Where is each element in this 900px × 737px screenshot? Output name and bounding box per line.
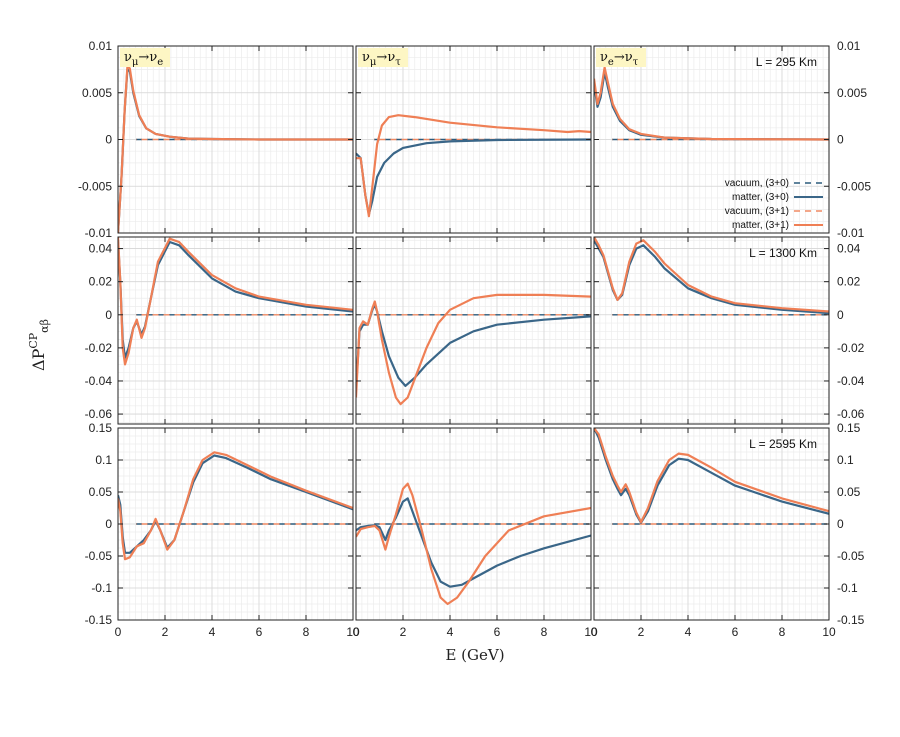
x-tick-label: 10 <box>822 625 836 639</box>
channel-nu-symbol: ν <box>600 50 608 65</box>
y-axis-title-sub: αβ <box>38 319 51 333</box>
y-tick-label-right: -0.1 <box>837 581 858 595</box>
y-tick-label-right: 0 <box>837 133 844 147</box>
x-tick-label: 8 <box>303 625 310 639</box>
x-tick-label: 2 <box>638 625 645 639</box>
y-tick-label-right: 0.005 <box>837 86 867 100</box>
channel-to-flavor: e <box>157 57 163 68</box>
panel-r2-c3: -0.06 -0.04 -0.02 0 0.02 0.04 L = 1300 Km <box>593 236 865 425</box>
channel-arrow: → <box>376 50 387 65</box>
y-tick-label-left: 0.05 <box>89 485 113 499</box>
y-tick-label-right: 0.05 <box>837 485 861 499</box>
panel-r3-c3: 0 2 4 6 8 10-0.15 -0.1 -0.05 0 0.05 0.1 0.15 L = 259… <box>591 421 865 639</box>
panel-r2-c2 <box>355 236 592 425</box>
y-tick-label-left: 0.005 <box>82 86 112 100</box>
legend-label: matter, (3+1) <box>732 220 789 231</box>
channel-nu-symbol: ν <box>625 50 633 65</box>
x-tick-label: 2 <box>400 625 407 639</box>
x-tick-label: 0 <box>115 625 122 639</box>
channel-to-flavor: τ <box>395 57 401 68</box>
y-tick-label-left: -0.1 <box>91 581 112 595</box>
y-tick-label-left: 0.01 <box>89 39 113 53</box>
channel-nu-symbol: ν <box>124 50 132 65</box>
panel-r3-c1: 0 2 4 6 8 10-0.15-0.1-0.0500.050.10.15 <box>85 421 360 639</box>
y-tick-label-right: 0.1 <box>837 453 854 467</box>
x-tick-label: 6 <box>494 625 501 639</box>
x-tick-label: 8 <box>541 625 548 639</box>
x-tick-label: 6 <box>732 625 739 639</box>
y-tick-label-right: -0.06 <box>837 407 865 421</box>
channel-nu-symbol: ν <box>149 50 157 65</box>
x-tick-label: 6 <box>256 625 263 639</box>
y-tick-label-right: -0.01 <box>837 226 865 240</box>
y-tick-label-right: -0.15 <box>837 613 865 627</box>
y-axis-title-main: ΔP <box>29 348 48 371</box>
y-tick-label-left: -0.04 <box>85 374 113 388</box>
y-tick-label-left: 0 <box>105 517 112 531</box>
panel-r3-c2: 0 2 4 6 8 10 <box>353 427 598 639</box>
x-axis-title: E (GeV) <box>445 646 504 664</box>
y-tick-label-left: 0.1 <box>95 453 112 467</box>
chart-canvas: νμ→νe-0.01-0.00500.0050.01νμ→ντ νe→ντ-0.0… <box>27 39 871 664</box>
legend-label: vacuum, (3+1) <box>725 206 789 217</box>
channel-arrow: → <box>614 50 625 65</box>
x-tick-label: 2 <box>162 625 169 639</box>
y-tick-label-left: -0.06 <box>85 407 113 421</box>
x-tick-label: 4 <box>447 625 454 639</box>
x-tick-label: 4 <box>209 625 216 639</box>
y-tick-label-right: 0.02 <box>837 275 861 289</box>
legend-label: matter, (3+0) <box>732 192 789 203</box>
y-tick-label-left: 0 <box>105 308 112 322</box>
baseline-label: L = 1300 Km <box>749 246 817 260</box>
y-tick-label-left: 0.15 <box>89 421 113 435</box>
y-tick-label-left: -0.005 <box>78 179 112 193</box>
y-tick-label-right: 0.04 <box>837 242 861 256</box>
y-axis-title-sup: CP <box>27 332 40 348</box>
x-tick-label: 0 <box>591 625 598 639</box>
panel-r1-c3: νe→ντ-0.01-0.00500.0050.01L = 295 Kmvacu… <box>593 39 871 240</box>
y-tick-label-right: -0.05 <box>837 549 865 563</box>
baseline-label: L = 295 Km <box>756 55 817 69</box>
y-tick-label-right: 0 <box>837 517 844 531</box>
legend-label: vacuum, (3+0) <box>725 178 789 189</box>
x-tick-label: 0 <box>353 625 360 639</box>
x-tick-label: 4 <box>685 625 692 639</box>
y-tick-label-right: 0.01 <box>837 39 861 53</box>
baseline-label: L = 2595 Km <box>749 437 817 451</box>
y-tick-label-right: 0.15 <box>837 421 861 435</box>
panel-r1-c2: νμ→ντ <box>355 45 592 234</box>
y-tick-label-right: -0.005 <box>837 179 871 193</box>
channel-nu-symbol: ν <box>362 50 370 65</box>
panels-layer: νμ→νe-0.01-0.00500.0050.01νμ→ντ νe→ντ-0.0… <box>78 39 871 639</box>
x-tick-label: 8 <box>779 625 786 639</box>
channel-arrow: → <box>138 50 149 65</box>
y-tick-label-left: -0.15 <box>85 613 113 627</box>
y-tick-label-left: -0.02 <box>85 341 113 355</box>
y-tick-label-left: -0.05 <box>85 549 113 563</box>
y-tick-label-right: -0.02 <box>837 341 865 355</box>
panel-r1-c1: νμ→νe-0.01-0.00500.0050.01 <box>78 39 354 240</box>
panel-r2-c1: -0.06 -0.04 -0.02 0 0.02 0.04 <box>85 236 354 425</box>
channel-nu-symbol: ν <box>387 50 395 65</box>
y-tick-label-right: 0 <box>837 308 844 322</box>
channel-to-flavor: τ <box>633 57 639 68</box>
y-axis-title: ΔPCPαβ <box>27 319 51 371</box>
y-tick-label-left: 0.02 <box>89 275 113 289</box>
y-tick-label-left: 0 <box>105 133 112 147</box>
y-tick-label-right: -0.04 <box>837 374 865 388</box>
y-tick-label-left: 0.04 <box>89 242 113 256</box>
y-tick-label-left: -0.01 <box>85 226 113 240</box>
